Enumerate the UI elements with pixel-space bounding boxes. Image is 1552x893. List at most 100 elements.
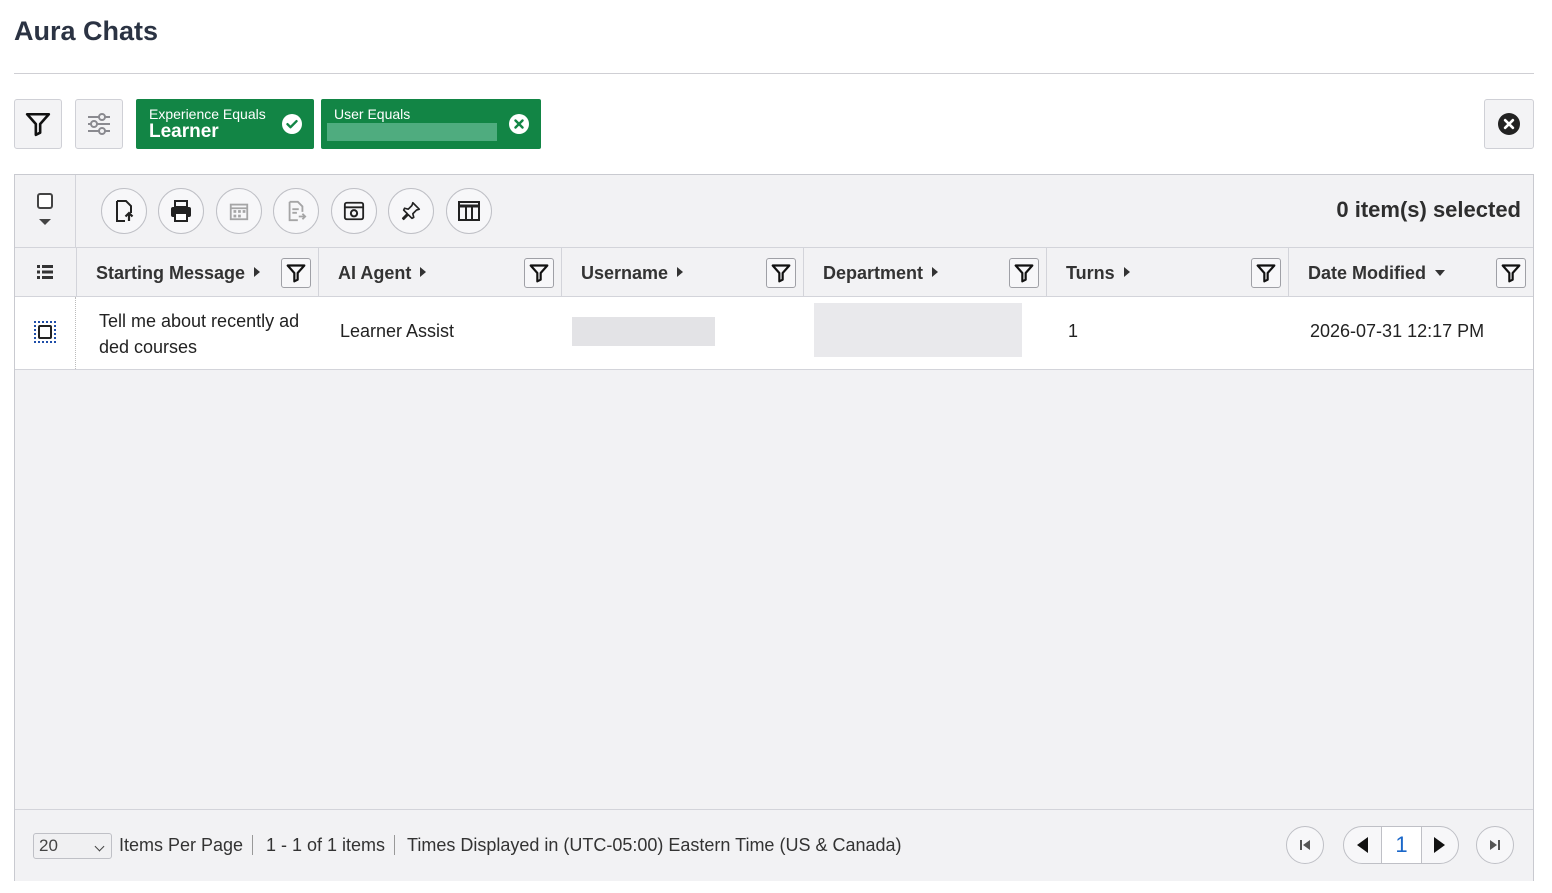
export-icon — [116, 200, 134, 222]
filter-chip-user[interactable]: User Equals — [321, 99, 541, 149]
chip-label: User Equals — [334, 106, 411, 122]
item-range: 1 - 1 of 1 items — [266, 835, 386, 855]
first-page-icon — [1300, 840, 1310, 850]
columns-icon — [458, 201, 480, 221]
previous-page-button[interactable] — [1344, 827, 1382, 863]
redacted-value — [327, 123, 497, 141]
filter-toggle-button[interactable] — [14, 99, 62, 149]
filter-settings-button[interactable] — [75, 99, 123, 149]
list-icon[interactable] — [37, 265, 53, 279]
column-filter-button[interactable] — [1251, 258, 1281, 288]
table-header: Starting Message AI Agent Username Depar… — [15, 247, 1533, 297]
export-button[interactable] — [101, 188, 147, 234]
columns-button[interactable] — [446, 188, 492, 234]
filter-icon — [1014, 264, 1034, 283]
timezone-note: Times Displayed in (UTC-05:00) Eastern T… — [407, 835, 902, 855]
select-all-checkbox[interactable] — [37, 193, 53, 209]
print-button[interactable] — [158, 188, 204, 234]
report-button[interactable] — [273, 188, 319, 234]
cell-text: 2026-07-31 12:17 PM — [1310, 321, 1485, 341]
divider — [252, 835, 253, 855]
divider — [394, 835, 395, 855]
column-label: Department — [823, 263, 924, 283]
column-header-ai-agent[interactable]: AI Agent — [318, 248, 561, 297]
page-size-select[interactable]: 20 — [33, 833, 112, 859]
report-icon — [288, 200, 307, 222]
filter-icon — [25, 112, 51, 137]
last-page-button[interactable] — [1476, 826, 1514, 864]
column-filter-button[interactable] — [766, 258, 796, 288]
filter-icon — [771, 264, 791, 283]
selected-count: 0 item(s) selected — [1336, 197, 1521, 222]
chats-grid: 0 item(s) selected Starting Message AI A… — [14, 174, 1534, 881]
sort-arrow-icon — [932, 267, 939, 277]
sliders-icon — [88, 113, 110, 135]
first-page-button[interactable] — [1286, 826, 1324, 864]
column-label: Turns — [1066, 263, 1115, 283]
grid-footer: 20 Items Per Page 1 - 1 of 1 items Times… — [15, 809, 1533, 881]
column-filter-button[interactable] — [1496, 258, 1526, 288]
cell-ai-agent: Learner Assist — [318, 297, 561, 369]
column-label: AI Agent — [338, 263, 412, 283]
sort-arrow-icon — [1123, 267, 1130, 277]
check-circle-icon[interactable] — [282, 114, 302, 134]
cell-text: Tell me about recently added courses — [99, 311, 300, 357]
sort-arrow-icon — [420, 267, 427, 277]
cell-starting-message: Tell me about recently added courses — [76, 297, 318, 369]
table-row[interactable]: Tell me about recently added courses Lea… — [15, 297, 1533, 370]
page-size-value: 20 — [39, 836, 58, 855]
next-page-button[interactable] — [1420, 827, 1458, 863]
filter-chip-experience[interactable]: Experience Equals Learner — [136, 99, 314, 149]
grid-toolbar: 0 item(s) selected — [15, 175, 1533, 247]
sort-arrow-icon — [254, 267, 261, 277]
column-header-department[interactable]: Department — [803, 248, 1046, 297]
cell-username — [561, 297, 803, 369]
filter-icon — [1501, 264, 1521, 283]
column-label: Username — [581, 263, 669, 283]
chip-label: Experience Equals — [149, 106, 266, 122]
column-header-username[interactable]: Username — [561, 248, 803, 297]
filter-icon — [286, 264, 306, 283]
pager: 1 — [1343, 826, 1459, 864]
view-settings-button[interactable] — [331, 188, 377, 234]
schedule-button[interactable] — [216, 188, 262, 234]
last-page-icon — [1490, 840, 1500, 850]
filter-icon — [1256, 264, 1276, 283]
settings-window-icon — [343, 201, 365, 221]
close-circle-icon[interactable] — [509, 114, 529, 134]
chevron-down-icon[interactable] — [39, 219, 51, 225]
cell-department — [803, 297, 1046, 369]
items-per-page-label: Items Per Page — [119, 835, 244, 855]
pin-icon — [401, 201, 421, 221]
row-checkbox[interactable] — [34, 321, 56, 343]
cell-text: Learner Assist — [340, 321, 455, 341]
calendar-icon — [229, 203, 249, 221]
triangle-left-icon — [1357, 837, 1368, 853]
column-header-starting-message[interactable]: Starting Message — [76, 248, 318, 297]
title-divider — [14, 73, 1534, 74]
current-page[interactable]: 1 — [1381, 827, 1422, 863]
pin-button[interactable] — [388, 188, 434, 234]
sort-arrow-icon — [677, 267, 684, 277]
column-filter-button[interactable] — [281, 258, 311, 288]
chip-value: Learner — [149, 121, 219, 142]
page-title: Aura Chats — [14, 16, 159, 46]
filter-icon — [529, 264, 549, 283]
close-circle-icon — [1498, 113, 1520, 135]
redacted-username — [572, 317, 715, 346]
triangle-right-icon — [1434, 837, 1445, 853]
row-select-cell — [15, 297, 76, 369]
select-all-menu[interactable] — [15, 175, 76, 247]
chevron-down-icon — [94, 841, 105, 852]
redacted-department — [814, 303, 1022, 357]
cell-turns: 1 — [1046, 297, 1288, 369]
column-label: Starting Message — [96, 263, 246, 283]
column-header-date-modified[interactable]: Date Modified — [1288, 248, 1533, 297]
column-label: Date Modified — [1308, 263, 1427, 283]
clear-filters-button[interactable] — [1484, 99, 1534, 149]
column-filter-button[interactable] — [524, 258, 554, 288]
column-header-turns[interactable]: Turns — [1046, 248, 1288, 297]
cell-date-modified: 2026-07-31 12:17 PM — [1288, 297, 1533, 369]
print-icon — [171, 200, 191, 222]
column-filter-button[interactable] — [1009, 258, 1039, 288]
